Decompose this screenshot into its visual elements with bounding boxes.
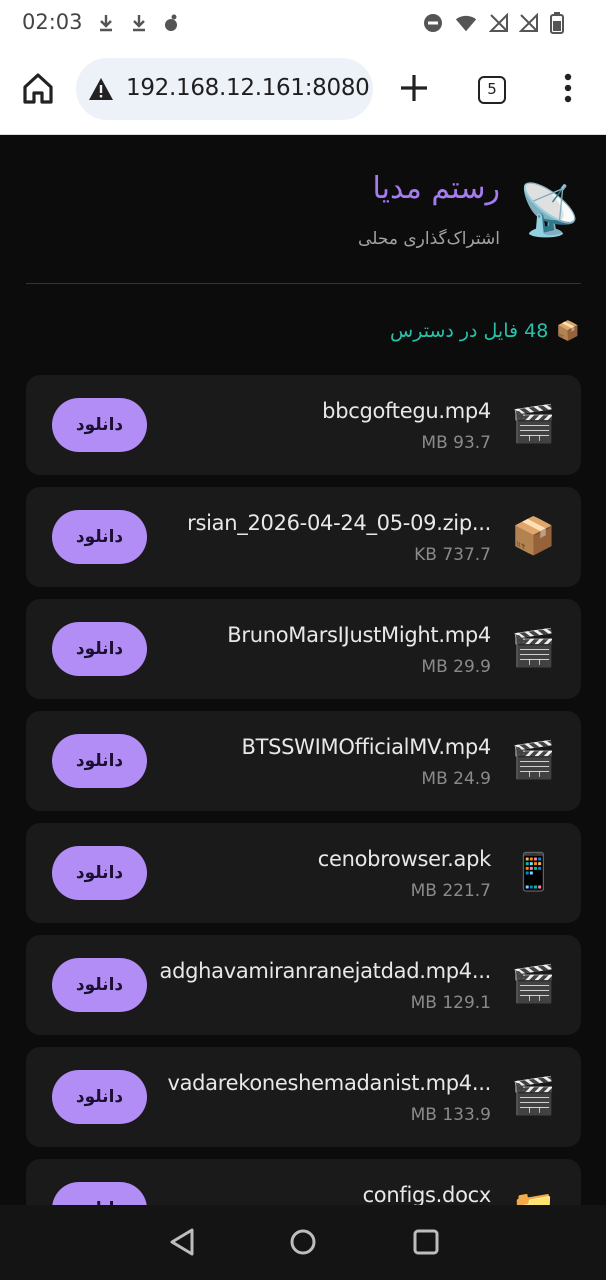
divider	[26, 283, 581, 284]
file-name: cenobrowser.apk	[317, 847, 492, 871]
file-card: 🎬 BTSSWIMOfficialMV.mp4 MB 24.9 دانلود	[26, 711, 581, 811]
status-time: 02:03	[22, 10, 83, 34]
file-card: 📦 rsian_2026-04-24_05-09.zip... KB 737.7…	[26, 487, 581, 587]
download-button[interactable]: دانلود	[52, 734, 147, 788]
app-notification-icon	[160, 12, 182, 34]
download-button[interactable]: دانلود	[52, 398, 147, 452]
recents-button[interactable]	[413, 1229, 439, 1255]
file-type-icon: 📁	[511, 1187, 556, 1205]
satellite-dish-icon: 📡	[518, 181, 581, 239]
back-triangle-icon	[170, 1228, 194, 1256]
no-signal-icon	[518, 12, 540, 34]
file-size: MB 24.9	[421, 769, 491, 789]
file-type-icon: 🎬	[511, 740, 556, 781]
file-card: 📁 configs.docx دانلود	[26, 1159, 581, 1205]
home-icon	[23, 73, 53, 104]
new-tab-button[interactable]	[398, 72, 430, 104]
file-type-icon: 🎬	[511, 1076, 556, 1117]
file-name: BrunoMarsIJustMight.mp4	[227, 623, 491, 647]
file-name: configs.docx	[362, 1183, 492, 1205]
file-card: 🎬 vadarekoneshemadanist.mp4... MB 133.9 …	[26, 1047, 581, 1147]
file-card: 🎬 BrunoMarsIJustMight.mp4 MB 29.9 دانلود	[26, 599, 581, 699]
no-signal-icon	[488, 12, 510, 34]
file-size: KB 737.7	[414, 545, 491, 565]
download-button[interactable]: دانلود	[52, 1070, 147, 1124]
home-nav-button[interactable]	[289, 1228, 317, 1256]
download-button[interactable]: دانلود	[52, 958, 147, 1012]
wifi-icon	[455, 12, 477, 34]
file-name: vadarekoneshemadanist.mp4...	[167, 1071, 491, 1095]
file-count-text: 48 فایل در دسترس	[390, 319, 549, 342]
file-type-icon: 🎬	[511, 628, 556, 669]
url-text[interactable]: 192.168.12.161:8080	[126, 75, 370, 101]
file-type-icon: 🎬	[511, 404, 556, 445]
download-button[interactable]: دانلود	[52, 1182, 147, 1205]
plus-icon	[401, 75, 427, 101]
download-button[interactable]: دانلود	[52, 622, 147, 676]
page-content: 📡 رستم مدیا اشتراک‌گذاری محلی 📦 48 فایل …	[0, 135, 606, 1205]
file-card: 🎬 adghavamiranranejatdad.mp4... MB 129.1…	[26, 935, 581, 1035]
recents-square-icon	[413, 1229, 439, 1255]
package-icon: 📦	[556, 320, 580, 342]
download-button[interactable]: دانلود	[52, 846, 147, 900]
download-icon	[128, 12, 150, 34]
file-card: 🎬 bbcgoftegu.mp4 MB 93.7 دانلود	[26, 375, 581, 475]
app-title: رستم مدیا	[372, 171, 501, 206]
file-name: bbcgoftegu.mp4	[322, 399, 491, 423]
warning-icon[interactable]	[88, 77, 114, 101]
do-not-disturb-icon	[422, 12, 444, 34]
file-size: MB 29.9	[421, 657, 491, 677]
battery-icon	[546, 12, 568, 34]
download-button[interactable]: دانلود	[52, 510, 147, 564]
file-size: MB 133.9	[410, 1105, 491, 1125]
file-type-icon: 🎬	[511, 964, 556, 1005]
tab-switcher-button[interactable]: 5	[478, 76, 506, 104]
system-nav-bar	[0, 1205, 606, 1280]
more-vert-icon	[564, 73, 572, 103]
address-bar[interactable]: 192.168.12.161:8080	[76, 58, 373, 120]
file-name: rsian_2026-04-24_05-09.zip...	[187, 511, 491, 535]
app-subtitle: اشتراک‌گذاری محلی	[358, 229, 500, 249]
overflow-menu-button[interactable]	[562, 72, 574, 104]
file-card: 📱 cenobrowser.apk MB 221.7 دانلود	[26, 823, 581, 923]
browser-toolbar: 192.168.12.161:8080 5	[0, 46, 606, 135]
status-bar: 02:03	[0, 0, 606, 46]
file-type-icon: 📦	[511, 516, 556, 557]
file-name: BTSSWIMOfficialMV.mp4	[241, 735, 491, 759]
file-size: MB 221.7	[410, 881, 491, 901]
file-size: MB 129.1	[410, 993, 491, 1013]
file-type-icon: 📱	[511, 852, 556, 893]
home-button[interactable]	[18, 68, 58, 108]
file-size: MB 93.7	[421, 433, 491, 453]
back-button[interactable]	[168, 1227, 196, 1257]
download-icon	[95, 12, 117, 34]
file-count: 📦 48 فایل در دسترس	[390, 319, 580, 343]
file-name: adghavamiranranejatdad.mp4...	[159, 959, 492, 983]
home-circle-icon	[290, 1229, 316, 1255]
